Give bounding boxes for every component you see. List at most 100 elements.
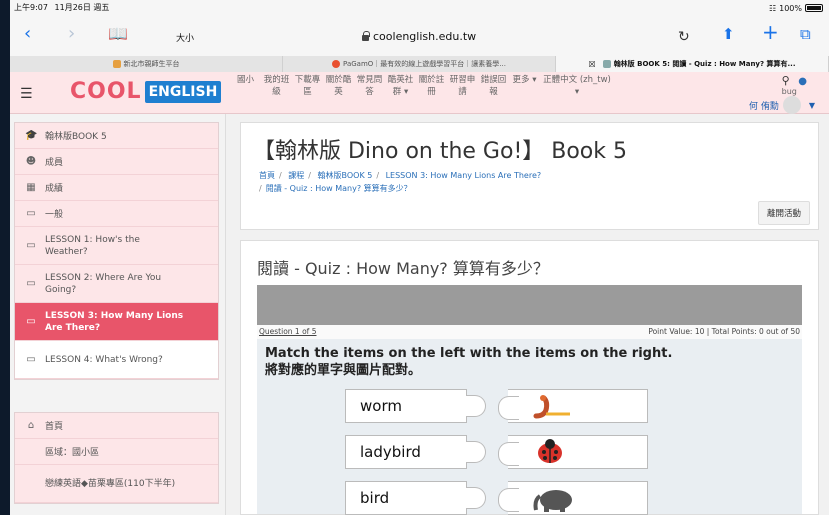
sidebar-item-lesson-1[interactable]: ▭ LESSON 1: How's the Weather? [15,227,218,265]
address-bar[interactable]: coolenglish.edu.tw [362,30,476,43]
bug-label[interactable]: bug [782,87,807,96]
user-menu[interactable]: 何 侑勳 ▼ [749,96,815,114]
quiz-frame: Question 1 of 5 Point Value: 10 | Total … [257,285,802,515]
folder-icon: ▭ [26,208,36,219]
tab-ntpc[interactable]: 新北市親師生平台 [10,56,283,72]
chevron-down-icon: ▼ [808,100,815,110]
lock-icon [362,31,370,41]
sidebar-item-label: 區域：國小區 [45,448,100,458]
match-pair: worm [345,389,648,423]
menu-item-community[interactable]: 酷英社群 ▾ [385,74,416,98]
school-icon [112,60,121,68]
coolenglish-logo[interactable]: COOL ENGLISH [70,79,222,104]
word-tile[interactable]: worm [345,389,467,423]
battery-percent: 100% [779,3,802,13]
status-date: 11月26日 週五 [54,3,110,12]
picture-tile[interactable] [498,435,648,469]
tab-coolenglish[interactable]: ☒ 翰林版 BOOK 5: 閱讀 - Quiz : How Many? 算算有.… [556,56,829,72]
menu-item-elementary[interactable]: 國小 [230,74,261,98]
tab-pagamo[interactable]: PaGamO｜最有效的線上遊戲學習平台｜讓素養學... [283,56,556,72]
menu-item-register[interactable]: 關於註冊 [416,74,447,98]
close-tab-icon[interactable]: ☒ [589,60,596,69]
sidebar-item-label: LESSON 4: What's Wrong? [45,354,163,365]
picture-tile[interactable] [498,389,648,423]
tab-label: 新北市親師生平台 [123,60,180,68]
sidebar-item-general[interactable]: ▭ 一般 [15,201,218,227]
battery-icon [805,4,823,12]
sidebar-item-label: 翰林版BOOK 5 [45,132,107,142]
menu-item-faq[interactable]: 常見問答 [354,74,385,98]
avatar [782,96,801,114]
sidebar: 🎓 翰林版BOOK 5 ☻ 成員 ▦ 成績 ▭ 一般 ▭ LESSON 1: H… [10,114,226,515]
status-bar: 上午9:07 11月26日 週五 ☷ 100% [10,0,829,14]
breadcrumb-lesson[interactable]: LESSON 3: How Many Lions Are There? [386,171,542,180]
sidebar-item-label: LESSON 3: How Many Lions Are There? [45,310,184,333]
menu-item-about[interactable]: 關於酷英 [323,74,354,98]
table-icon: ▦ [26,182,36,193]
menu-item-download[interactable]: 下載專區 [292,74,323,98]
sidebar-item-label: LESSON 2: Where Are You Going? [45,272,162,295]
site-header: ☰ COOL ENGLISH 國小 我的班級 下載專區 關於酷英 常見問答 酷英… [10,72,829,114]
sidebar-item-lesson-3[interactable]: ▭ LESSON 3: How Many Lions Are There? [15,303,218,341]
tabs-overview-icon[interactable]: ⧉ [800,24,811,44]
ipad-screen: 上午9:07 11月26日 週五 ☷ 100% ‹ › 📖 大小 cooleng… [10,0,829,515]
question-counter: Question 1 of 5 [259,327,317,336]
page-title: 【翰林版 Dino on the Go!】 Book 5 [253,139,628,164]
ladybird-icon [538,439,562,463]
menu-item-workshop[interactable]: 研習申請 [447,74,478,98]
text-size-button[interactable]: 大小 [176,31,194,44]
sidebar-item-lesson-4[interactable]: ▭ LESSON 4: What's Wrong? [15,341,218,379]
picture-tile[interactable] [498,481,648,515]
site-icon [602,60,611,68]
sidebar-item-grades[interactable]: ▦ 成績 [15,175,218,201]
search-icon[interactable]: ⚲ [782,74,790,87]
breadcrumb-home[interactable]: 首頁 [259,171,275,180]
reload-icon[interactable]: ↻ [678,27,690,47]
notification-icon[interactable]: ● [798,76,807,87]
pagamo-icon [332,60,341,68]
back-icon[interactable]: ‹ [24,24,31,44]
sidebar-item-label: 成績 [45,184,64,194]
quiz-meta: Question 1 of 5 Point Value: 10 | Total … [257,325,802,339]
puzzle-connector [466,441,486,463]
menu-item-report[interactable]: 錯誤回報 [478,74,509,98]
sidebar-item-label: LESSON 1: How's the Weather? [45,234,140,257]
bookmarks-icon[interactable]: 📖 [108,24,128,44]
word-tile[interactable]: ladybird [345,435,467,469]
site-nav: ⌂ 首頁 區域：國小區 戀練英語◆苗栗專區(110下半年) [14,412,219,504]
page-header-card: 【翰林版 Dino on the Go!】 Book 5 首頁 / 課程 / 翰林版… [240,122,819,230]
graduation-cap-icon: 🎓 [25,130,38,141]
breadcrumb: 首頁 / 課程 / 翰林版BOOK 5/ LESSON 3: How Many Li… [259,171,542,193]
breadcrumb-course[interactable]: 翰林版BOOK 5 [318,171,373,180]
sidebar-item-members[interactable]: ☻ 成員 [15,149,218,175]
worm-icon [533,395,570,419]
browser-toolbar: ‹ › 📖 大小 coolenglish.edu.tw ↻ ⬆ + ⧉ [10,14,829,54]
folder-icon: ▭ [26,277,36,289]
menu-item-my-class[interactable]: 我的班級 [261,74,292,98]
tab-label: PaGamO｜最有效的線上遊戲學習平台｜讓素養學... [343,60,506,68]
instruction-chinese: 將對應的單字與圖片配對。 [265,363,422,378]
breadcrumb-activity[interactable]: 閱讀 - Quiz : How Many? 算算有多少？ [266,184,412,193]
sidebar-item-area[interactable]: 區域：國小區 [15,439,218,465]
sidebar-item-label: 首頁 [45,422,64,432]
menu-item-more[interactable]: 更多 ▾ [509,74,540,98]
folder-icon: ▭ [26,353,36,365]
sidebar-item-home[interactable]: ⌂ 首頁 [15,413,218,439]
sidebar-item-special[interactable]: 戀練英語◆苗栗專區(110下半年) [15,465,218,503]
new-tab-icon[interactable]: + [762,22,779,42]
points-info: Point Value: 10 | Total Points: 0 out of… [648,327,800,336]
match-pair: ladybird [345,435,648,469]
sidebar-item-label: 成員 [45,158,64,168]
sidebar-item-lesson-2[interactable]: ▭ LESSON 2: Where Are You Going? [15,265,218,303]
header-tools: ⚲ ● bug [782,74,807,96]
language-select[interactable]: 正體中文 (zh_tw) ▾ [540,74,614,98]
status-time: 上午9:07 [14,3,48,12]
sidebar-item-label: 戀練英語◆苗栗專區(110下半年) [45,478,176,489]
share-icon[interactable]: ⬆ [722,24,735,44]
leave-activity-button[interactable]: 離開活動 [757,201,810,225]
sidebar-item-course[interactable]: 🎓 翰林版BOOK 5 [15,123,218,149]
word-tile[interactable]: bird [345,481,467,515]
forward-icon[interactable]: › [68,24,75,44]
breadcrumb-courses[interactable]: 課程 [288,171,304,180]
hamburger-menu-icon[interactable]: ☰ [20,86,33,102]
